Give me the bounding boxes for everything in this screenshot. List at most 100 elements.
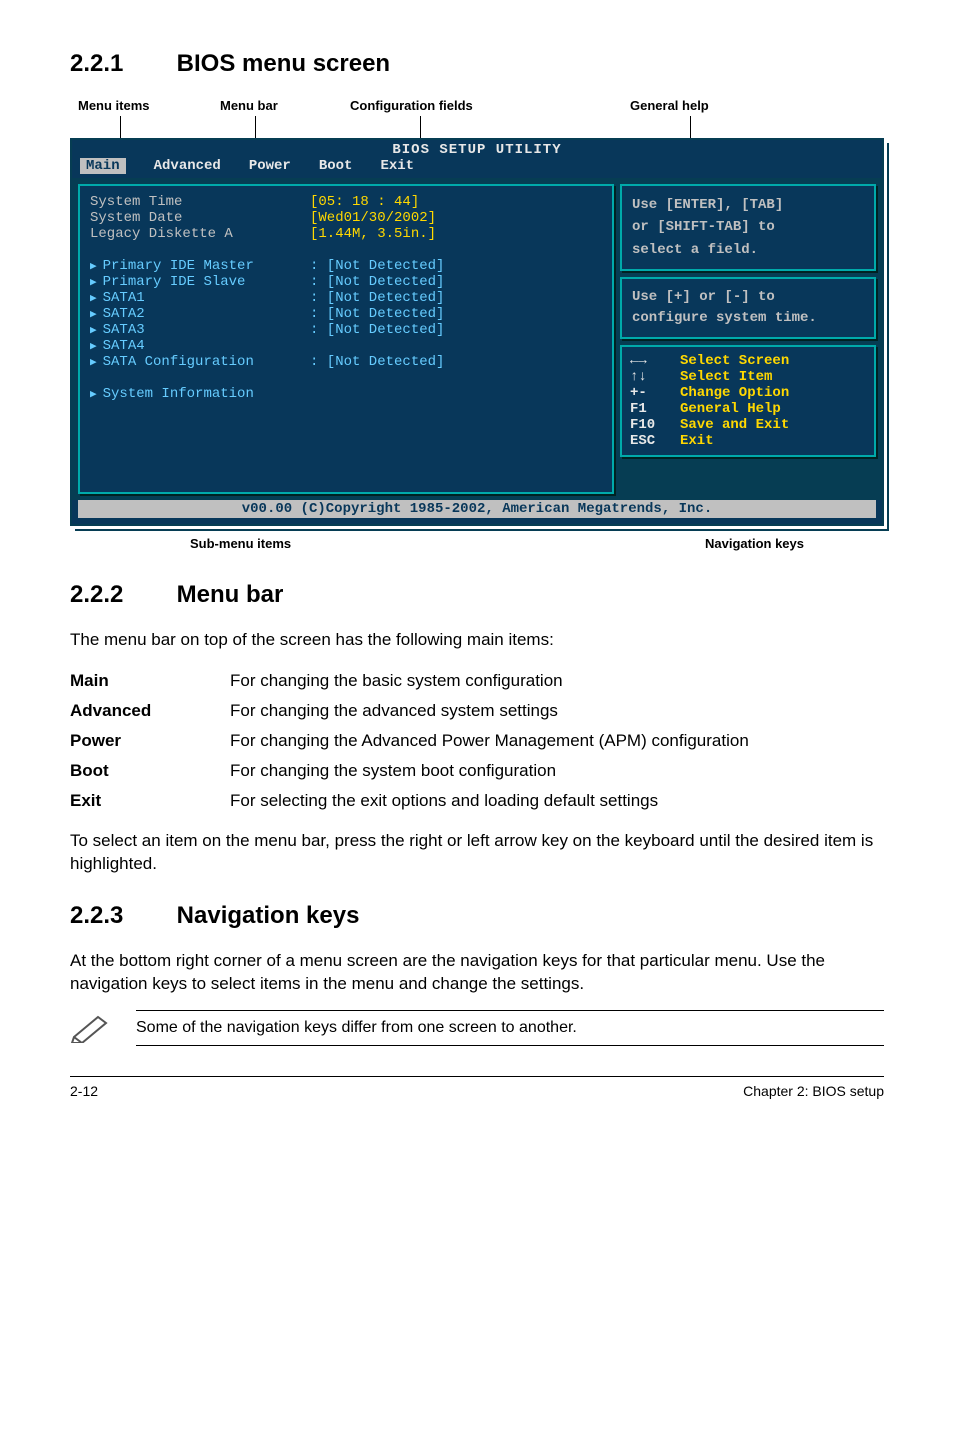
bottom-annotations: Sub-menu items Navigation keys (70, 530, 884, 551)
nav-action: Select Item (680, 369, 772, 385)
bios-item-value: [1.44M, 3.5in.] (310, 226, 602, 242)
nav-key: F1 (630, 401, 680, 417)
bios-item-value: : [Not Detected] (310, 322, 602, 338)
annot-config-fields: Configuration fields (350, 98, 473, 113)
bios-item-value: [Wed01/30/2002] (310, 210, 602, 226)
def-desc: For changing the system boot configurati… (230, 756, 749, 786)
bios-item-label[interactable]: SATA2 (90, 306, 310, 322)
table-row: AdvancedFor changing the advanced system… (70, 696, 749, 726)
bios-title: BIOS SETUP UTILITY (72, 140, 882, 158)
bios-nav-box: ←→Select Screen↑↓Select Item+-Change Opt… (620, 345, 876, 457)
bios-item-value: : [Not Detected] (310, 290, 602, 306)
help1-line: or [SHIFT-TAB] to (632, 216, 864, 238)
bios-item-value: : [Not Detected] (310, 258, 602, 274)
annot-general-help: General help (630, 98, 709, 113)
bios-item-value (310, 242, 602, 258)
navkeys-text: At the bottom right corner of a menu scr… (70, 950, 884, 996)
table-row: BootFor changing the system boot configu… (70, 756, 749, 786)
def-desc: For changing the Advanced Power Manageme… (230, 726, 749, 756)
bios-item-label: System Date (90, 210, 310, 226)
section-title: Navigation keys (177, 902, 360, 929)
bios-item-label[interactable]: SATA3 (90, 322, 310, 338)
def-term: Power (70, 726, 230, 756)
bios-nav-row: ESCExit (630, 433, 866, 449)
page-number: 2-12 (70, 1083, 98, 1099)
bios-nav-row: F10Save and Exit (630, 417, 866, 433)
bios-menubar: Main Advanced Power Boot Exit (72, 158, 882, 178)
nav-key: +- (630, 385, 680, 401)
bios-item-label: System Time (90, 194, 310, 210)
bios-item-label: Legacy Diskette A (90, 226, 310, 242)
def-term: Exit (70, 786, 230, 816)
bios-item-label[interactable]: SATA1 (90, 290, 310, 306)
bios-item-value (310, 338, 602, 354)
bios-item-label[interactable]: SATA4 (90, 338, 310, 354)
annot-menu-bar: Menu bar (220, 98, 278, 113)
bios-item-label[interactable]: Primary IDE Slave (90, 274, 310, 290)
nav-action: Save and Exit (680, 417, 789, 433)
nav-key: ←→ (630, 353, 680, 369)
nav-key: ↑↓ (630, 369, 680, 385)
annot-submenu: Sub-menu items (190, 536, 291, 551)
bios-help-box-2: Use [+] or [-] to configure system time. (620, 277, 876, 339)
def-desc: For selecting the exit options and loadi… (230, 786, 749, 816)
section-number: 2.2.3 (70, 902, 170, 930)
def-term: Advanced (70, 696, 230, 726)
def-term: Main (70, 666, 230, 696)
help2-line: Use [+] or [-] to (632, 287, 864, 308)
bios-nav-row: ←→Select Screen (630, 353, 866, 369)
def-desc: For changing the advanced system setting… (230, 696, 749, 726)
bios-item-label[interactable]: Primary IDE Master (90, 258, 310, 274)
bios-nav-row: ↑↓Select Item (630, 369, 866, 385)
section-heading-1: 2.2.1 BIOS menu screen (70, 50, 884, 78)
section-title: BIOS menu screen (177, 50, 390, 77)
nav-action: Select Screen (680, 353, 789, 369)
bios-item-value (310, 370, 602, 386)
menubar-outro: To select an item on the menu bar, press… (70, 830, 884, 876)
nav-key: F10 (630, 417, 680, 433)
table-row: PowerFor changing the Advanced Power Man… (70, 726, 749, 756)
table-row: ExitFor selecting the exit options and l… (70, 786, 749, 816)
nav-action: Change Option (680, 385, 789, 401)
annot-navkeys: Navigation keys (705, 536, 804, 551)
bios-item-label[interactable]: System Information (90, 386, 310, 402)
annot-menu-items: Menu items (78, 98, 150, 113)
nav-action: General Help (680, 401, 781, 417)
def-desc: For changing the basic system configurat… (230, 666, 749, 696)
page-footer: 2-12 Chapter 2: BIOS setup (70, 1076, 884, 1099)
help1-line: select a field. (632, 239, 864, 261)
menubar-definitions: MainFor changing the basic system config… (70, 666, 749, 816)
bios-nav-row: F1General Help (630, 401, 866, 417)
menubar-intro: The menu bar on top of the screen has th… (70, 629, 884, 652)
section-heading-2: 2.2.2 Menu bar (70, 581, 884, 609)
bios-help-box-1: Use [ENTER], [TAB] or [SHIFT-TAB] to sel… (620, 184, 876, 271)
section-heading-3: 2.2.3 Navigation keys (70, 902, 884, 930)
nav-action: Exit (680, 433, 714, 449)
chapter-label: Chapter 2: BIOS setup (743, 1083, 884, 1099)
section-number: 2.2.1 (70, 50, 170, 78)
bios-item-label (90, 242, 310, 258)
bios-item-label[interactable]: SATA Configuration (90, 354, 310, 370)
note-text: Some of the navigation keys differ from … (136, 1010, 884, 1046)
bios-item-value (310, 386, 602, 402)
bios-item-value: [05: 18 : 44] (310, 194, 602, 210)
bios-item-value: : [Not Detected] (310, 306, 602, 322)
bios-left-panel: System TimeSystem DateLegacy Diskette A … (78, 184, 614, 494)
bios-tab-power[interactable]: Power (249, 158, 291, 174)
bios-screenshot: BIOS SETUP UTILITY Main Advanced Power B… (70, 138, 884, 526)
section-number: 2.2.2 (70, 581, 170, 609)
table-row: MainFor changing the basic system config… (70, 666, 749, 696)
bios-tab-exit[interactable]: Exit (380, 158, 414, 174)
top-annotations: Menu items Menu bar Configuration fields… (70, 98, 884, 138)
help1-line: Use [ENTER], [TAB] (632, 194, 864, 216)
bios-item-label (90, 370, 310, 386)
bios-tab-boot[interactable]: Boot (319, 158, 353, 174)
section-title: Menu bar (177, 581, 284, 608)
note-row: Some of the navigation keys differ from … (70, 1010, 884, 1046)
bios-tab-main[interactable]: Main (80, 158, 126, 174)
def-term: Boot (70, 756, 230, 786)
bios-copyright: v00.00 (C)Copyright 1985-2002, American … (78, 500, 876, 518)
bios-tab-advanced[interactable]: Advanced (154, 158, 221, 174)
pencil-icon (70, 1013, 112, 1043)
bios-nav-row: +-Change Option (630, 385, 866, 401)
